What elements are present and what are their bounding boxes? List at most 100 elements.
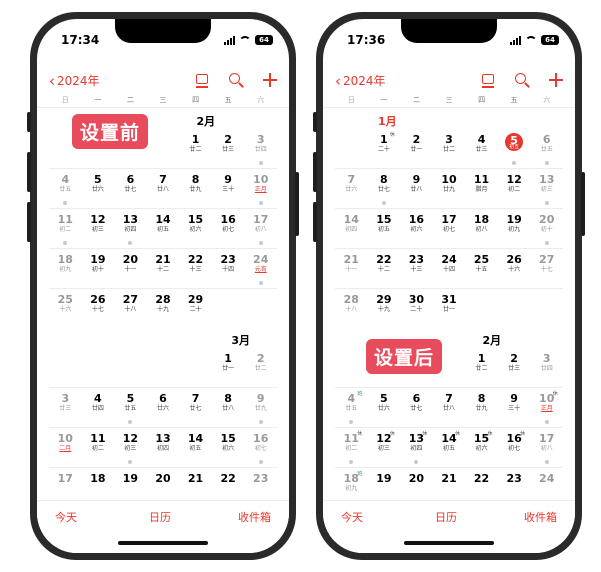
day-cell[interactable]: 10 二月 <box>49 428 82 467</box>
day-cell[interactable]: 9 三十 <box>212 169 245 208</box>
day-cell[interactable]: 13 初四 <box>114 209 147 248</box>
day-cell[interactable]: 19 <box>114 468 147 501</box>
day-cell[interactable]: 4 廿三 <box>465 129 498 168</box>
day-cell[interactable]: 9 廿九 <box>244 388 277 427</box>
day-cell[interactable]: 7 廿六 <box>335 169 368 208</box>
view-toggle-icon[interactable] <box>193 71 211 89</box>
day-cell[interactable]: 26 十七 <box>82 289 115 328</box>
day-cell[interactable]: 15 初六休 <box>465 428 498 467</box>
day-cell[interactable]: 3 廿二 <box>433 129 466 168</box>
day-cell[interactable]: 27 十八 <box>114 289 147 328</box>
back-to-year-button[interactable]: ‹ 2024年 <box>49 72 100 89</box>
day-cell[interactable]: 16 初七 <box>244 428 277 467</box>
tab-calendars[interactable]: 日历 <box>435 509 457 525</box>
add-event-icon[interactable] <box>547 71 565 89</box>
day-cell[interactable]: 14 初五 <box>147 209 180 248</box>
day-cell[interactable]: 11 初二 休 <box>335 428 368 467</box>
day-cell[interactable]: 15 初六 <box>212 428 245 467</box>
tab-calendars[interactable]: 日历 <box>149 509 171 525</box>
day-cell[interactable]: 8 廿九 <box>179 169 212 208</box>
day-cell[interactable]: 9 廿八 <box>400 169 433 208</box>
day-cell[interactable]: 12 初三 <box>114 428 147 467</box>
day-cell[interactable]: 3 廿四 <box>530 348 563 387</box>
day-cell[interactable]: 21 十一 <box>335 249 368 288</box>
day-cell[interactable]: 3 廿四 <box>244 129 277 168</box>
day-cell[interactable]: 6 廿六 <box>147 388 180 427</box>
day-cell[interactable]: 19 初十 <box>82 249 115 288</box>
day-cell[interactable]: 7 廿七 <box>179 388 212 427</box>
day-cell[interactable]: 23 十四 <box>212 249 245 288</box>
day-cell[interactable]: 18 <box>82 468 115 501</box>
day-cell[interactable]: 14 初五 <box>179 428 212 467</box>
tab-today[interactable]: 今天 <box>341 509 363 525</box>
day-cell[interactable]: 17 <box>49 468 82 501</box>
day-cell[interactable]: 4 廿五 班 <box>335 388 368 427</box>
day-cell[interactable]: 25 十六 <box>49 289 82 328</box>
day-cell[interactable]: 28 十八 <box>335 289 368 328</box>
day-cell[interactable]: 13 初四 休 <box>400 428 433 467</box>
day-cell[interactable]: 20 <box>147 468 180 501</box>
day-cell[interactable]: 12 初三 休 <box>368 428 401 467</box>
day-cell[interactable]: 15 初五 <box>368 209 401 248</box>
day-cell[interactable]: 31 廿一 <box>433 289 466 328</box>
tab-today[interactable]: 今天 <box>55 509 77 525</box>
day-cell[interactable]: 21 <box>433 468 466 501</box>
day-cell[interactable]: 5 廿五 <box>114 388 147 427</box>
day-cell[interactable]: 16 初六 <box>400 209 433 248</box>
day-cell[interactable]: 16 初七 休 <box>498 428 531 467</box>
day-cell[interactable]: 10 正月 休 <box>530 388 563 427</box>
day-cell[interactable]: 24 十四 <box>433 249 466 288</box>
day-cell[interactable]: 11 初二 <box>49 209 82 248</box>
day-cell[interactable]: 22 十三 <box>179 249 212 288</box>
day-cell[interactable]: 14 初五 休 <box>433 428 466 467</box>
day-cell[interactable]: 21 十二 <box>147 249 180 288</box>
day-cell[interactable]: 13 初四 <box>147 428 180 467</box>
view-toggle-icon[interactable] <box>479 71 497 89</box>
day-cell[interactable]: 1 廿二 <box>179 129 212 168</box>
day-cell[interactable]: 1 廿二 <box>465 348 498 387</box>
day-cell[interactable]: 21 <box>179 468 212 501</box>
day-cell[interactable]: 16 初七 <box>212 209 245 248</box>
day-cell[interactable]: 23 <box>498 468 531 501</box>
day-cell[interactable]: 17 初八 <box>244 209 277 248</box>
day-cell[interactable]: 4 廿五 <box>49 169 82 208</box>
tab-inbox[interactable]: 收件箱 <box>524 509 557 525</box>
day-cell[interactable]: 6 廿七 <box>114 169 147 208</box>
day-cell[interactable]: 5 初五 <box>498 129 531 168</box>
month-grid[interactable]: 2月 1 廿二 2 廿三 3 廿四 4 廿五 5 廿六 6 廿七 7 廿八 8 廿九 9 三十 10 正月 11 初二 12 初… <box>49 109 277 501</box>
day-cell[interactable]: 18 初九 班 <box>335 468 368 501</box>
day-cell[interactable]: 4 廿四 <box>82 388 115 427</box>
day-cell[interactable]: 8 廿九 <box>465 388 498 427</box>
day-cell[interactable]: 17 初七 <box>433 209 466 248</box>
day-cell[interactable]: 28 十九 <box>147 289 180 328</box>
day-cell[interactable]: 20 <box>400 468 433 501</box>
day-cell[interactable]: 8 廿七 <box>368 169 401 208</box>
add-event-icon[interactable] <box>261 71 279 89</box>
day-cell[interactable]: 14 初四 <box>335 209 368 248</box>
day-cell[interactable]: 23 十三 <box>400 249 433 288</box>
day-cell[interactable]: 11 初二 <box>82 428 115 467</box>
day-cell[interactable]: 6 廿七 <box>400 388 433 427</box>
day-cell[interactable]: 20 十一 <box>114 249 147 288</box>
back-to-year-button[interactable]: ‹ 2024年 <box>335 72 386 89</box>
day-cell[interactable]: 7 廿八 <box>147 169 180 208</box>
day-cell[interactable]: 13 初三 <box>530 169 563 208</box>
day-cell[interactable]: 10 正月 <box>244 169 277 208</box>
day-cell[interactable]: 9 三十 <box>498 388 531 427</box>
day-cell[interactable]: 15 初六 <box>179 209 212 248</box>
day-cell[interactable]: 5 廿六 <box>82 169 115 208</box>
day-cell[interactable]: 2 廿三 <box>212 129 245 168</box>
day-cell[interactable]: 24 元宵 <box>244 249 277 288</box>
day-cell[interactable]: 6 廿五 <box>530 129 563 168</box>
tab-inbox[interactable]: 收件箱 <box>238 509 271 525</box>
day-cell[interactable]: 29 十九 <box>368 289 401 328</box>
day-cell[interactable]: 17 初八 <box>530 428 563 467</box>
day-cell[interactable]: 1 廿一 <box>212 348 245 387</box>
day-cell[interactable]: 29 二十 <box>179 289 212 328</box>
day-cell[interactable]: 18 初八 <box>465 209 498 248</box>
search-icon[interactable] <box>227 71 245 89</box>
day-cell[interactable]: 18 初九 <box>49 249 82 288</box>
day-cell[interactable]: 11 腊月 <box>465 169 498 208</box>
day-cell[interactable]: 25 十五 <box>465 249 498 288</box>
day-cell[interactable]: 19 <box>368 468 401 501</box>
